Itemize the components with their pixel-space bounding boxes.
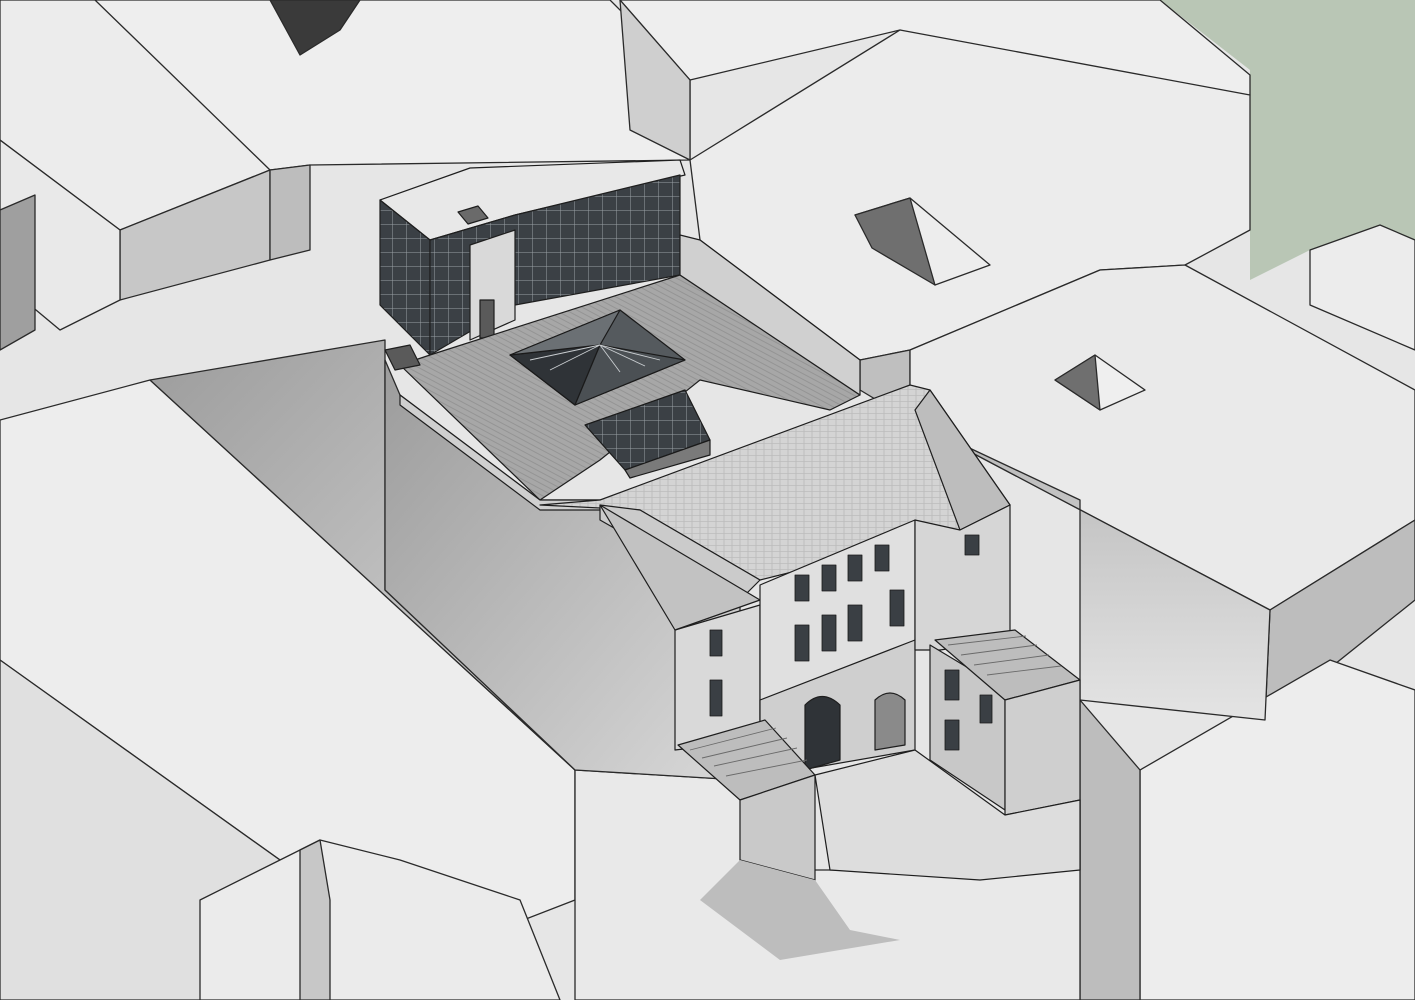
window xyxy=(889,589,905,627)
building-top-center-wall xyxy=(269,164,311,261)
building-left-wall xyxy=(0,194,36,351)
window xyxy=(847,554,863,582)
canopy-right-wall xyxy=(1004,679,1081,816)
window xyxy=(821,614,837,652)
window xyxy=(847,604,863,642)
window xyxy=(944,719,960,751)
arched-doorway-right xyxy=(874,692,906,751)
window xyxy=(874,544,890,572)
arched-doorway-main xyxy=(804,695,841,771)
window xyxy=(944,669,960,701)
modern-entrance-door xyxy=(479,299,495,339)
window xyxy=(709,629,723,657)
axonometric-scene xyxy=(0,0,1415,1000)
window xyxy=(794,574,810,602)
window xyxy=(794,624,810,662)
window xyxy=(821,564,837,592)
window xyxy=(709,679,723,717)
window xyxy=(964,534,980,556)
window xyxy=(979,694,993,724)
